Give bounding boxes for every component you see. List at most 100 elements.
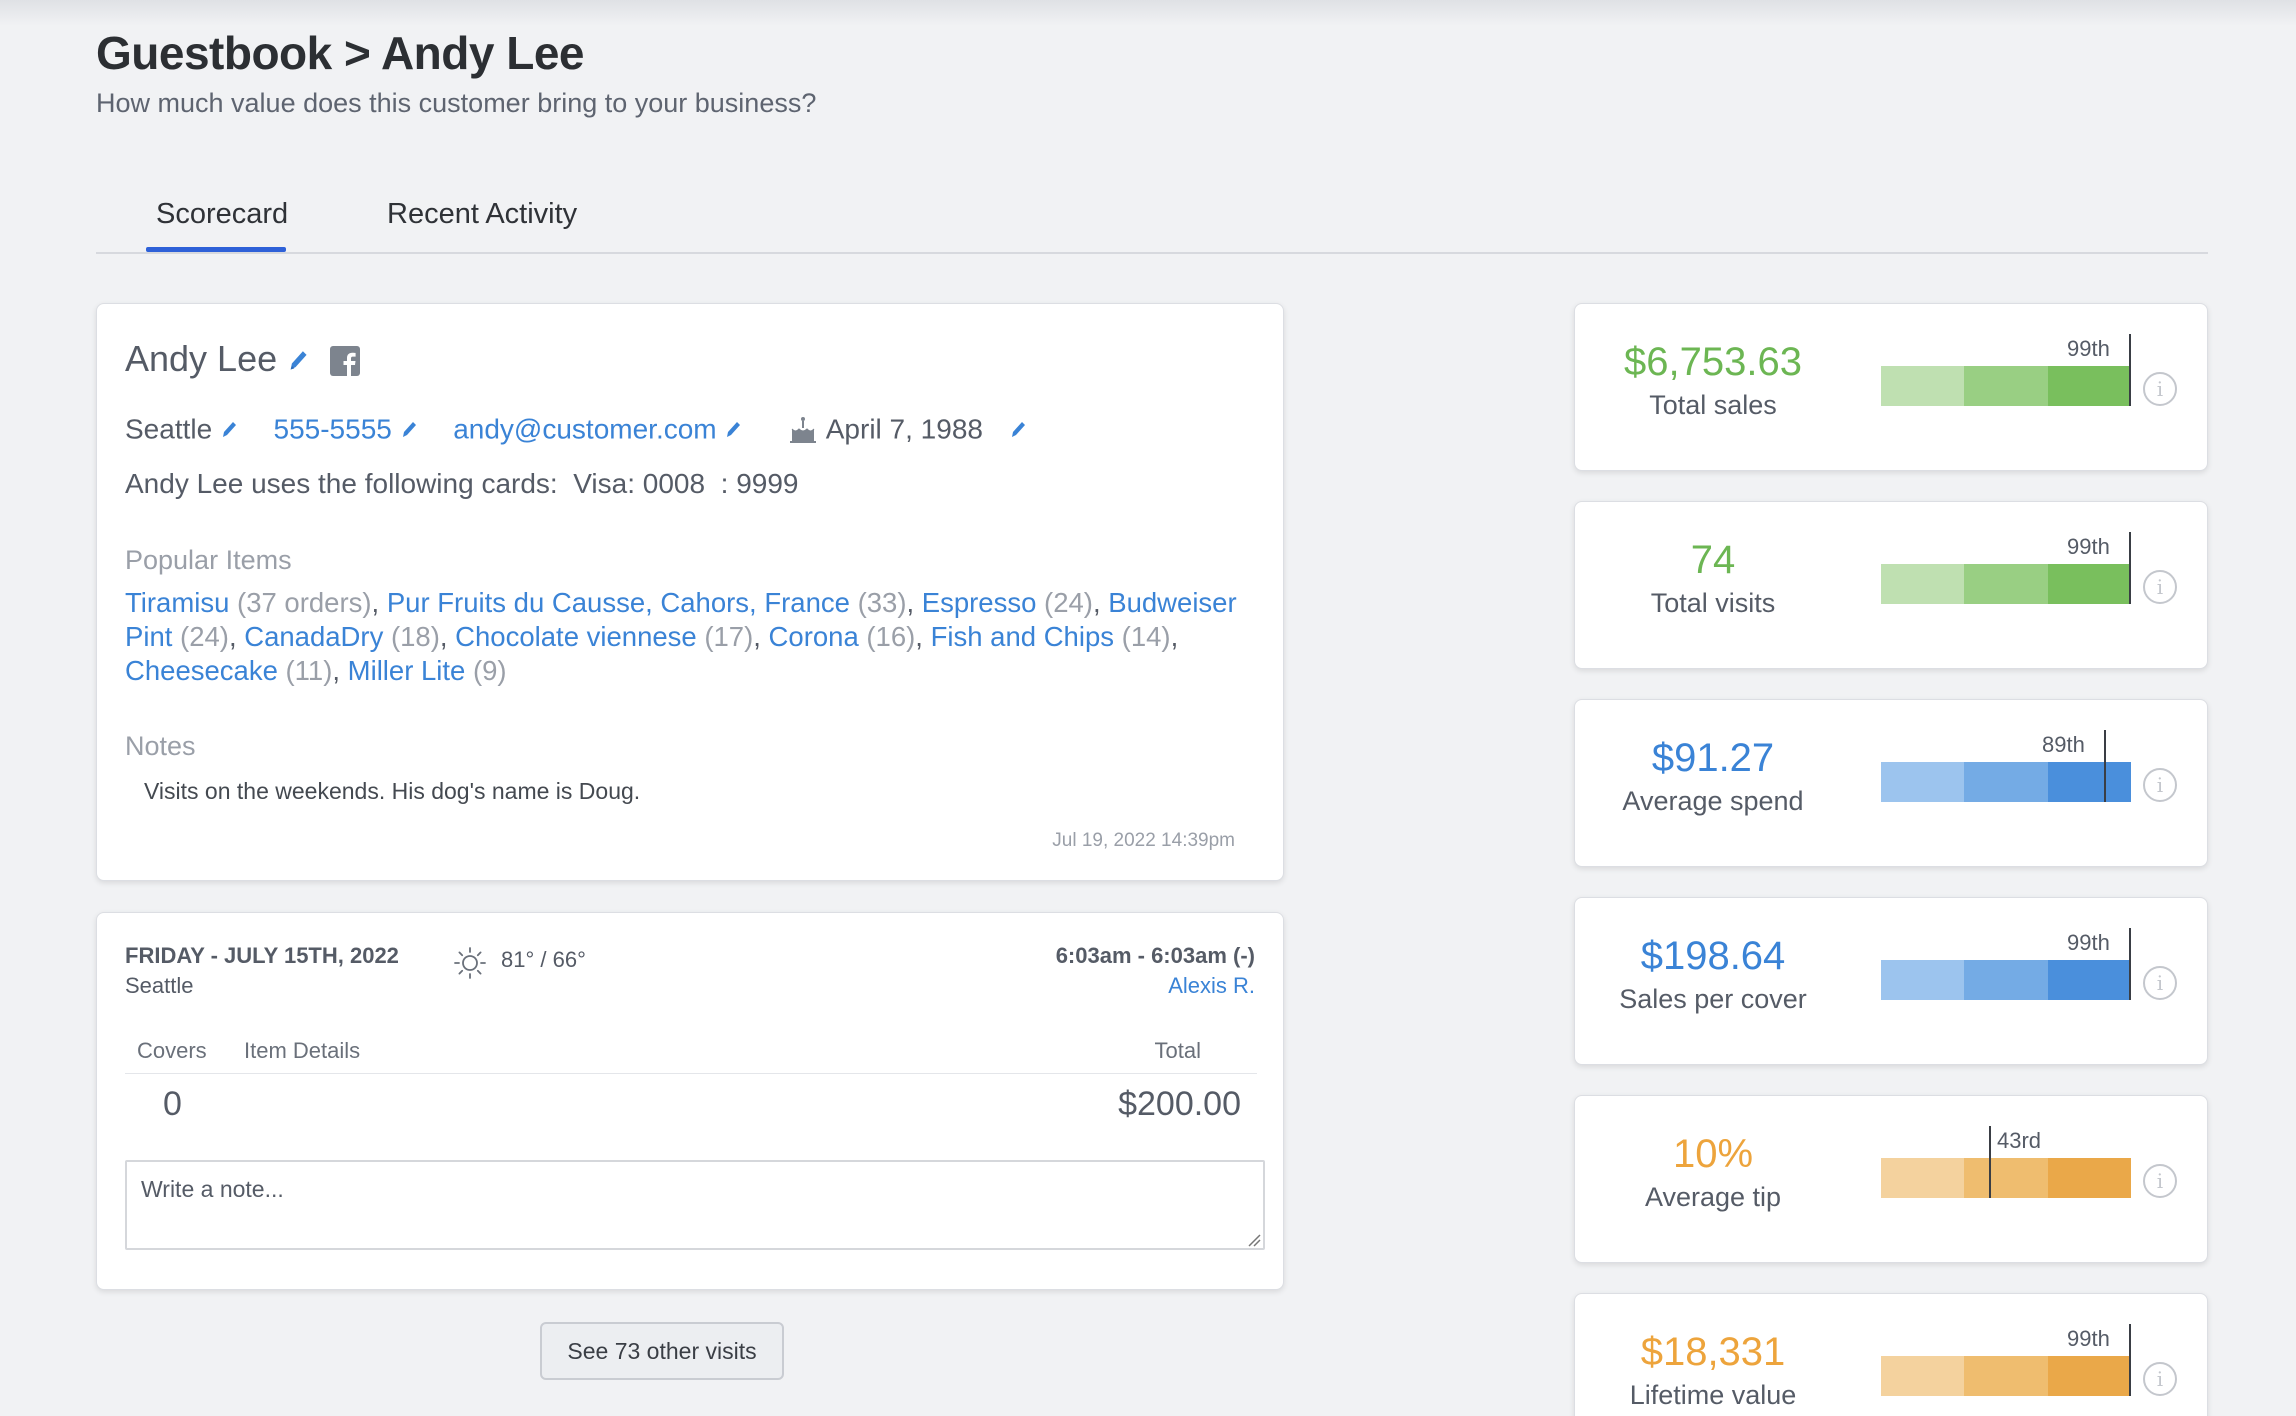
percentile-marker xyxy=(1989,1126,1991,1198)
table-divider xyxy=(125,1073,1257,1074)
percentile-bar xyxy=(1881,366,2131,406)
customer-phone[interactable]: 555-5555 xyxy=(274,414,392,445)
popular-item-link[interactable]: Chocolate viennese xyxy=(455,621,697,652)
tab-recent-activity[interactable]: Recent Activity xyxy=(387,198,577,231)
info-icon[interactable]: i xyxy=(2143,1362,2177,1396)
visit-server[interactable]: Alexis R. xyxy=(1168,973,1255,999)
edit-name-pencil-icon[interactable] xyxy=(287,348,309,374)
popular-item-count: (11) xyxy=(285,655,333,686)
stat-card: $6,753.63 Total sales 99th i xyxy=(1574,303,2208,471)
percentile-marker xyxy=(2129,532,2131,604)
facebook-icon[interactable] xyxy=(330,346,360,376)
percentile-marker xyxy=(2129,928,2131,1000)
edit-phone-pencil-icon[interactable] xyxy=(400,420,418,440)
popular-item-count: (16) xyxy=(866,621,916,652)
column-header-item-details: Item Details xyxy=(244,1038,361,1063)
payment-cards-text: Andy Lee uses the following cards: Visa:… xyxy=(125,468,799,499)
stat-label: Average spend xyxy=(1622,786,1804,816)
stat-value: 74 xyxy=(1690,538,1736,582)
percentile-bar-segment xyxy=(2047,1158,2131,1198)
popular-item-link[interactable]: Tiramisu xyxy=(125,587,229,618)
info-icon[interactable]: i xyxy=(2143,1164,2177,1198)
percentile-bar-segment xyxy=(1964,366,2048,406)
popular-item-link[interactable]: Corona xyxy=(769,621,859,652)
sun-icon xyxy=(454,947,486,979)
resize-grip-icon[interactable] xyxy=(1247,1233,1261,1247)
visit-note-input[interactable] xyxy=(125,1160,1265,1250)
edit-birthday-pencil-icon[interactable] xyxy=(1009,420,1027,440)
percentile-label: 99th xyxy=(2067,1326,2110,1351)
popular-item-link[interactable]: Miller Lite xyxy=(348,655,466,686)
info-icon[interactable]: i xyxy=(2143,372,2177,406)
visit-time: 6:03am - 6:03am (-) xyxy=(1055,943,1255,968)
edit-city-pencil-icon[interactable] xyxy=(220,420,238,440)
percentile-bar-segment xyxy=(1964,762,2048,802)
popular-item-separator: , xyxy=(1092,587,1109,618)
visit-date: FRIDAY - JULY 15TH, 2022 xyxy=(125,943,399,968)
visit-covers: 0 xyxy=(163,1085,182,1123)
percentile-bar-segment xyxy=(2047,366,2131,406)
visit-city: Seattle xyxy=(125,973,194,998)
info-icon[interactable]: i xyxy=(2143,768,2177,802)
edit-email-pencil-icon[interactable] xyxy=(724,420,742,440)
customer-name-row: Andy Lee xyxy=(125,338,309,380)
percentile-bar-segment xyxy=(1964,564,2048,604)
popular-item-link[interactable]: CanadaDry xyxy=(244,621,383,652)
percentile-bar-segment xyxy=(1881,1158,1965,1198)
popular-item-separator: , xyxy=(439,621,456,652)
profile-card: Andy Lee Seattle 555-5555 andy@customer.… xyxy=(96,303,1284,881)
popular-item-separator: , xyxy=(228,621,245,652)
stat-label: Lifetime value xyxy=(1629,1380,1797,1410)
info-icon[interactable]: i xyxy=(2143,570,2177,604)
visit-total: $200.00 xyxy=(1118,1085,1241,1123)
popular-items-list: Tiramisu (37 orders), Pur Fruits du Caus… xyxy=(125,586,1265,688)
stat-value: $91.27 xyxy=(1651,736,1775,780)
popular-item-count: (33) xyxy=(857,587,907,618)
popular-item-link[interactable]: Cheesecake xyxy=(125,655,278,686)
stat-card: 74 Total visits 99th i xyxy=(1574,501,2208,669)
percentile-bar-segment xyxy=(2047,762,2131,802)
popular-item-count: (14) xyxy=(1121,621,1171,652)
stat-card: $18,331 Lifetime value 99th i xyxy=(1574,1293,2208,1416)
popular-item-count: (17) xyxy=(704,621,754,652)
popular-item-separator: , xyxy=(753,621,769,652)
info-icon[interactable]: i xyxy=(2143,966,2177,1000)
customer-email[interactable]: andy@customer.com xyxy=(453,414,716,445)
popular-item-link[interactable]: Fish and Chips xyxy=(931,621,1114,652)
percentile-marker xyxy=(2104,730,2106,802)
popular-item-separator: , xyxy=(332,655,348,686)
tab-scorecard[interactable]: Scorecard xyxy=(156,198,288,231)
percentile-bar-segment xyxy=(2047,1356,2131,1396)
notes-heading: Notes xyxy=(125,731,196,761)
popular-item-separator: , xyxy=(371,587,387,618)
percentile-bar-segment xyxy=(1881,366,1965,406)
popular-item-link[interactable]: Espresso xyxy=(922,587,1037,618)
customer-city: Seattle xyxy=(125,413,213,445)
percentile-bar-segment xyxy=(1964,1356,2048,1396)
page-title: Guestbook > Andy Lee xyxy=(96,27,585,79)
percentile-bar xyxy=(1881,960,2131,1000)
percentile-label: 43rd xyxy=(1997,1128,2042,1153)
percentile-bar-segment xyxy=(2047,564,2131,604)
stat-card: 10% Average tip 43rd i xyxy=(1574,1095,2208,1263)
popular-item-separator: , xyxy=(906,587,922,618)
visit-card: FRIDAY - JULY 15TH, 2022 Seattle 81° / 6… xyxy=(96,912,1284,1290)
popular-item-count: (37 orders) xyxy=(237,587,372,618)
top-shadow xyxy=(0,0,2296,26)
stat-value: $6,753.63 xyxy=(1624,340,1802,384)
stat-label: Average tip xyxy=(1644,1182,1782,1212)
popular-item-link[interactable]: Pur Fruits du Causse, Cahors, France xyxy=(387,587,850,618)
percentile-bar xyxy=(1881,564,2131,604)
stat-card: $91.27 Average spend 89th i xyxy=(1574,699,2208,867)
see-other-visits-button[interactable]: See 73 other visits xyxy=(540,1322,784,1380)
customer-birthday: April 7, 1988 xyxy=(825,413,983,445)
stat-value: 10% xyxy=(1672,1132,1754,1176)
popular-item-count: (9) xyxy=(472,655,507,686)
percentile-bar-segment xyxy=(1881,1356,1965,1396)
percentile-bar-segment xyxy=(1964,1158,2048,1198)
percentile-marker xyxy=(2129,334,2131,406)
stat-label: Total visits xyxy=(1650,588,1776,618)
contact-row: Seattle 555-5555 andy@customer.com April… xyxy=(125,412,1027,446)
active-tab-indicator xyxy=(146,247,286,252)
popular-item-separator: , xyxy=(1170,621,1179,652)
